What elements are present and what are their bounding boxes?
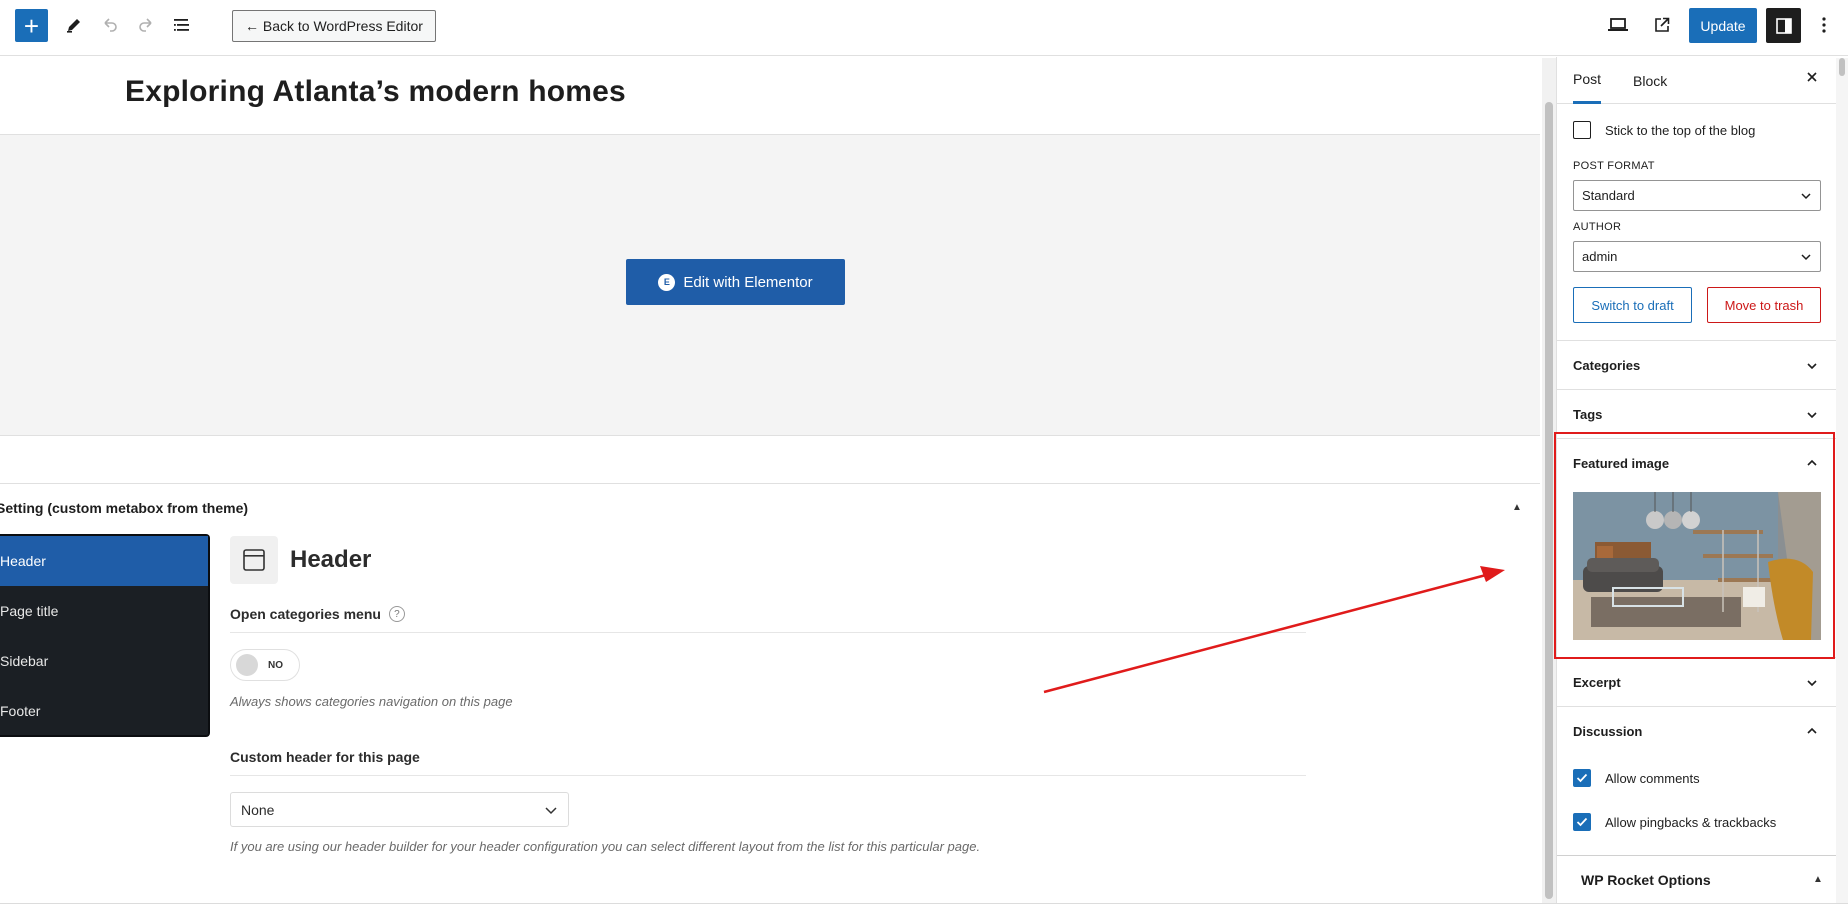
document-overview-button[interactable] (166, 9, 198, 41)
sticky-label: Stick to the top of the blog (1605, 122, 1756, 138)
tab-post[interactable]: Post (1573, 57, 1602, 104)
toggle-state-text: NO (268, 659, 283, 671)
settings-toggle-button[interactable] (1766, 8, 1801, 43)
wp-rocket-panel[interactable]: WP Rocket Options ▲ (1557, 855, 1836, 904)
preview-button[interactable] (1602, 9, 1634, 41)
editor-scrollbar-thumb[interactable] (1545, 102, 1553, 899)
sidebar-toggle-icon (1775, 17, 1792, 34)
post-title[interactable]: Exploring Atlanta’s modern homes (125, 75, 626, 109)
sidebar-scrollbar[interactable] (1836, 58, 1848, 903)
chevron-up-icon[interactable] (1805, 456, 1819, 470)
add-block-button[interactable]: + (15, 9, 48, 42)
pencil-icon (67, 19, 80, 33)
allow-pingbacks-row[interactable]: Allow pingbacks & trackbacks (1573, 813, 1776, 831)
collapse-caret-icon[interactable]: ▲ (1813, 874, 1823, 885)
editor-canvas: Exploring Atlanta’s modern homes E Edit … (0, 57, 1540, 904)
metabox-title[interactable]: Setting (custom metabox from theme) (0, 500, 248, 516)
chevron-up-icon[interactable] (1805, 724, 1819, 738)
external-link-icon (1655, 17, 1670, 32)
sticky-row[interactable]: Stick to the top of the blog (1573, 121, 1755, 139)
check-icon (1576, 817, 1588, 827)
editor-toolbar: + ← Back to WordPress Editor Update (0, 0, 1848, 56)
chevron-down-icon (1807, 412, 1817, 419)
undo-button[interactable] (94, 9, 126, 41)
open-categories-desc: Always shows categories navigation on th… (230, 694, 513, 709)
footer-divider (0, 903, 1848, 904)
editor-scrollbar[interactable] (1542, 58, 1556, 903)
custom-header-desc: If you are using our header builder for … (230, 839, 981, 854)
close-icon (1807, 72, 1817, 82)
tags-title: Tags (1573, 407, 1603, 422)
wp-rocket-title: WP Rocket Options (1581, 872, 1711, 888)
allow-pingbacks-label: Allow pingbacks & trackbacks (1605, 814, 1777, 830)
metabox-nav-page-title[interactable]: Page title (0, 586, 208, 636)
categories-title: Categories (1573, 358, 1641, 373)
close-settings-button[interactable] (1805, 70, 1819, 89)
chevron-down-icon (1801, 192, 1811, 199)
open-categories-toggle[interactable]: NO (230, 649, 300, 681)
back-to-wordpress-editor-button[interactable]: ← Back to WordPress Editor (232, 10, 436, 42)
elementor-placeholder: E Edit with Elementor (0, 134, 1540, 436)
author-label: AUTHOR (1573, 221, 1622, 233)
featured-image-thumbnail[interactable] (1573, 492, 1821, 640)
chevron-down-icon (1807, 363, 1817, 370)
redo-button[interactable] (130, 9, 162, 41)
more-options-icon (1822, 17, 1826, 33)
post-format-label: POST FORMAT (1573, 160, 1655, 172)
metabox-nav-header[interactable]: Header (0, 536, 208, 586)
list-view-icon (174, 19, 189, 31)
elementor-logo-icon: E (658, 273, 676, 291)
categories-panel[interactable]: Categories (1557, 340, 1836, 389)
allow-pingbacks-checkbox[interactable] (1573, 813, 1591, 831)
undo-icon (104, 18, 117, 32)
chevron-down-icon (1807, 680, 1817, 687)
post-format-select[interactable]: Standard (1573, 180, 1821, 211)
open-categories-label: Open categories menu ? (230, 606, 1306, 622)
tags-panel[interactable]: Tags (1557, 389, 1836, 438)
settings-sidebar: Post Block Stick to the top of the blog … (1556, 57, 1836, 904)
check-icon (1576, 773, 1588, 783)
desktop-preview-icon (1608, 18, 1628, 31)
help-icon[interactable]: ? (388, 606, 405, 622)
edit-with-elementor-button[interactable]: E Edit with Elementor (626, 259, 845, 305)
custom-header-label: Custom header for this page (230, 749, 420, 765)
edit-with-elementor-label: Edit with Elementor (683, 273, 813, 291)
tab-block[interactable]: Block (1633, 57, 1667, 104)
discussion-title[interactable]: Discussion (1573, 724, 1642, 739)
switch-to-draft-button[interactable]: Switch to draft (1573, 287, 1692, 323)
tools-button[interactable] (58, 9, 90, 41)
move-to-trash-button[interactable]: Move to trash (1707, 287, 1821, 323)
metabox-content: Header Open categories menu ? NO Always … (230, 536, 1306, 854)
allow-comments-row[interactable]: Allow comments (1573, 769, 1700, 787)
chevron-down-icon (545, 806, 557, 814)
update-button[interactable]: Update (1689, 8, 1757, 43)
redo-icon (139, 18, 152, 32)
section-title: Header (290, 546, 372, 573)
options-button[interactable] (1808, 9, 1840, 41)
featured-image-title[interactable]: Featured image (1573, 456, 1669, 471)
header-layout-icon (230, 536, 278, 584)
chevron-down-icon (1801, 253, 1811, 260)
plus-icon: + (23, 10, 40, 41)
collapse-caret-icon[interactable]: ▲ (1512, 502, 1522, 513)
allow-comments-label: Allow comments (1605, 770, 1700, 786)
settings-tabs: Post Block (1557, 57, 1836, 104)
theme-metabox: Setting (custom metabox from theme) ▲ He… (0, 483, 1540, 904)
author-select[interactable]: admin (1573, 241, 1821, 272)
excerpt-title: Excerpt (1573, 675, 1621, 690)
metabox-nav: Header Page title Sidebar Footer (0, 534, 210, 737)
allow-comments-checkbox[interactable] (1573, 769, 1591, 787)
toggle-knob (236, 654, 258, 676)
sticky-checkbox[interactable] (1573, 121, 1591, 139)
excerpt-panel[interactable]: Excerpt (1557, 657, 1836, 706)
sidebar-scrollbar-thumb[interactable] (1839, 58, 1845, 76)
metabox-nav-sidebar[interactable]: Sidebar (0, 636, 208, 686)
custom-header-select[interactable]: None (230, 792, 569, 827)
metabox-nav-footer[interactable]: Footer (0, 686, 208, 736)
view-post-button[interactable] (1646, 9, 1678, 41)
